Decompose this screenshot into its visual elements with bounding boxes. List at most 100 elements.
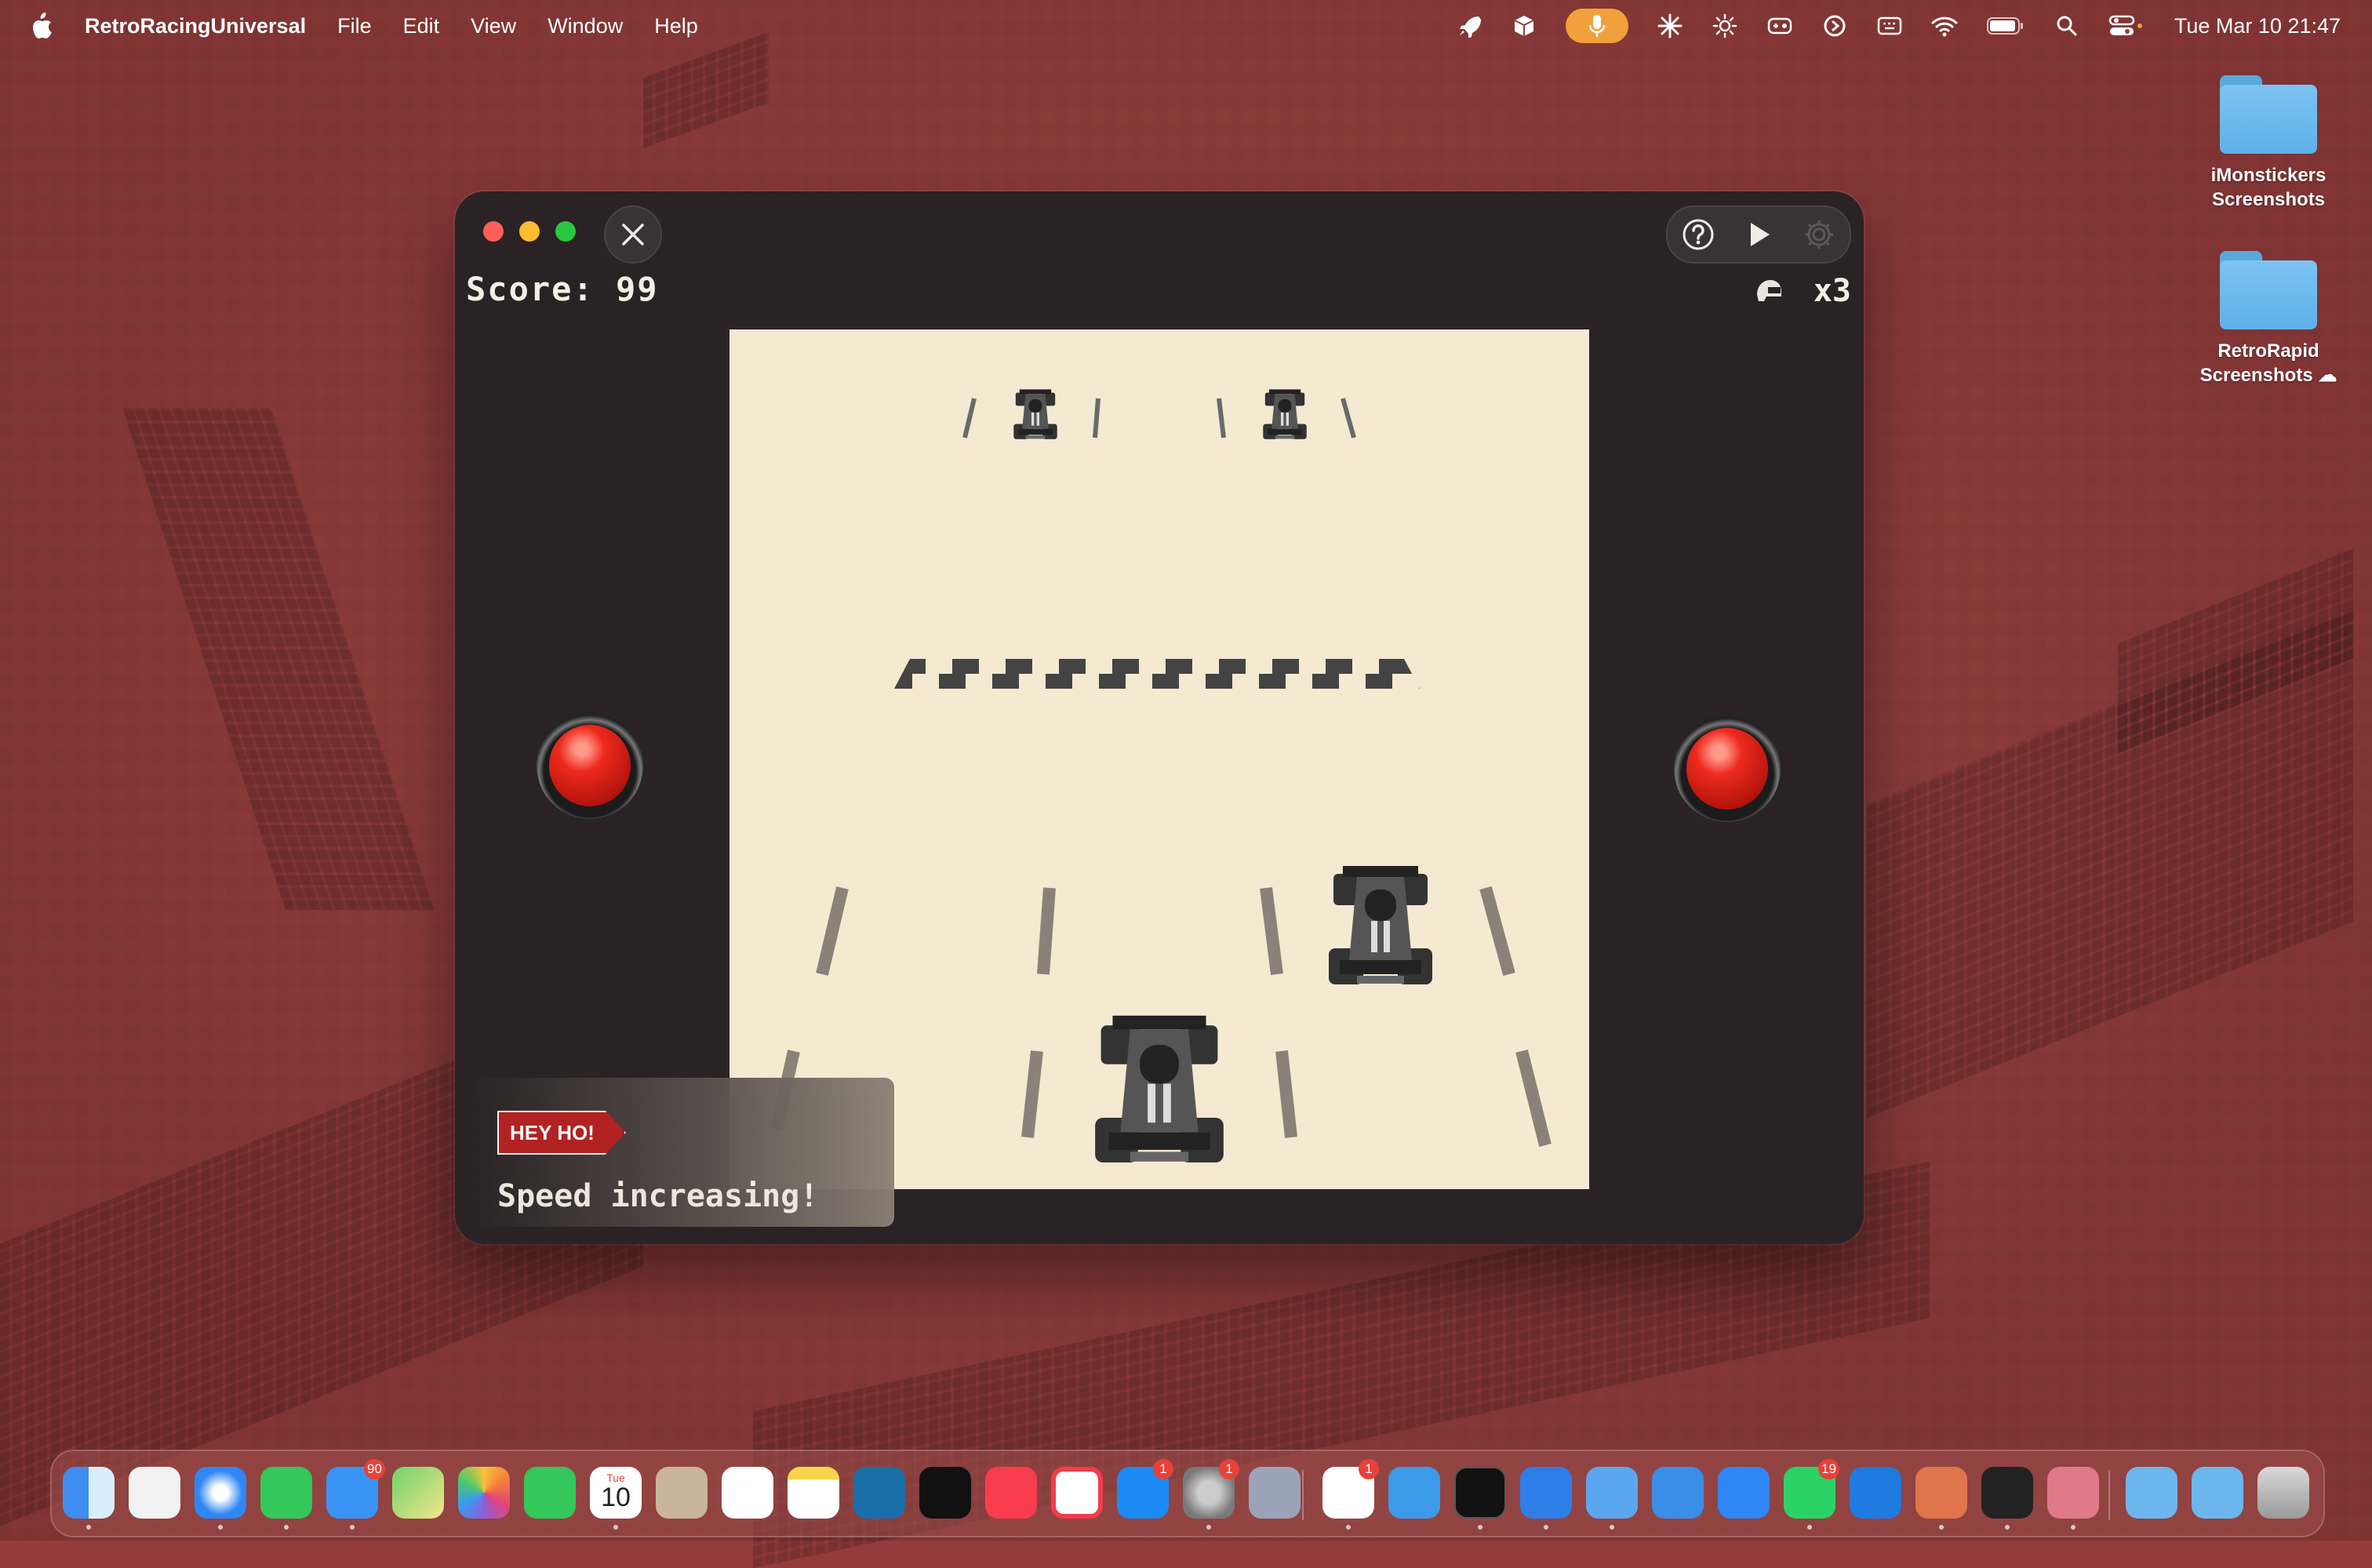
finish-line — [894, 659, 1420, 689]
dock-divider — [2108, 1470, 2110, 1520]
menu-help[interactable]: Help — [654, 14, 698, 38]
dock-location-app-icon[interactable] — [1850, 1467, 1901, 1519]
gamepad-icon[interactable] — [1766, 13, 1793, 39]
apple-menu-icon[interactable] — [28, 10, 55, 42]
toast-message: Speed increasing! — [497, 1178, 819, 1214]
help-button[interactable] — [1676, 213, 1720, 256]
dock-system-settings-badge: 1 — [1219, 1459, 1239, 1479]
dock-running-indicator — [1807, 1525, 1812, 1530]
dock-running-indicator — [284, 1525, 289, 1530]
window-minimize-traffic-light[interactable] — [519, 221, 540, 242]
dock-calendar-icon[interactable]: Tue 10 — [590, 1467, 642, 1519]
dock-snowflake-app-icon[interactable] — [1388, 1467, 1440, 1519]
folder-icon — [2220, 75, 2317, 154]
sparkle-icon[interactable] — [1657, 13, 1683, 39]
dock-facetime-icon[interactable] — [524, 1467, 576, 1519]
desktop-folder-retrorapid-screenshots[interactable]: RetroRapid Screenshots ☁ — [2190, 251, 2347, 387]
status-area: Tue Mar 10 21:47 — [1456, 0, 2341, 52]
lives-count: x3 — [1813, 273, 1851, 309]
window-close-traffic-light[interactable] — [483, 221, 504, 242]
folder-icon — [2220, 251, 2317, 329]
dock-freeform-icon[interactable] — [853, 1467, 905, 1519]
player-car — [1095, 1015, 1224, 1163]
dock-photos-icon[interactable] — [458, 1467, 510, 1519]
dock-running-indicator — [2005, 1525, 2010, 1530]
menu-file[interactable]: File — [337, 14, 372, 38]
dock-music-icon[interactable] — [985, 1467, 1037, 1519]
dock-running-indicator — [218, 1525, 223, 1530]
play-button[interactable] — [1737, 213, 1781, 256]
dock-divider — [1302, 1470, 1304, 1520]
dock-preview-icon[interactable] — [1652, 1467, 1704, 1519]
dock-running-indicator — [1939, 1525, 1944, 1530]
game-toolbar — [1666, 206, 1851, 264]
battery-icon[interactable] — [1986, 13, 2025, 39]
dock-reminders-icon[interactable] — [722, 1467, 773, 1519]
play-icon — [1750, 223, 1770, 246]
score-display: Score: 99 — [466, 270, 659, 308]
lives-display: x3 — [1754, 273, 1851, 309]
dock-notes-icon[interactable] — [788, 1467, 839, 1519]
dock-running-indicator — [1346, 1525, 1351, 1530]
dock-safari-icon[interactable] — [195, 1467, 246, 1519]
wifi-icon[interactable] — [1931, 13, 1958, 39]
settings-button[interactable] — [1797, 213, 1841, 256]
grammarly-icon[interactable] — [1821, 13, 1848, 39]
dock-trash-icon[interactable] — [2257, 1467, 2309, 1519]
menu-view[interactable]: View — [471, 14, 516, 38]
dock: 90 Tue 10 1 1 1 19 — [50, 1450, 2325, 1537]
dock-running-indicator — [1544, 1525, 1548, 1530]
menu-bar: RetroRacingUniversal File Edit View Wind… — [0, 0, 2372, 52]
steer-left-button[interactable] — [537, 712, 643, 819]
menu-edit[interactable]: Edit — [403, 14, 440, 38]
steer-right-button[interactable] — [1674, 715, 1781, 822]
microphone-in-use-indicator[interactable] — [1565, 9, 1628, 43]
control-center-icon[interactable] — [2108, 13, 2143, 39]
rocket-icon[interactable] — [1456, 13, 1482, 39]
dock-running-indicator — [1206, 1525, 1211, 1530]
dock-running-indicator — [613, 1525, 618, 1530]
dock-running-indicator — [86, 1525, 91, 1530]
spotlight-search-icon[interactable] — [2054, 13, 2080, 39]
dock-mail-badge: 90 — [364, 1459, 385, 1479]
dock-apple-tv-icon[interactable] — [919, 1467, 971, 1519]
game-window: Score: 99 x3 HEY HO! Speed increasing! — [455, 191, 1864, 1244]
game-screen[interactable] — [729, 329, 1589, 1189]
keyboard-icon[interactable] — [1876, 13, 1903, 39]
desktop-folder-imonstickers-screenshots[interactable]: iMonstickers Screenshots — [2190, 75, 2347, 212]
dock-launchpad-icon[interactable] — [129, 1467, 180, 1519]
dock-whatsapp-badge: 19 — [1818, 1459, 1839, 1479]
menu-app-name[interactable]: RetroRacingUniversal — [85, 14, 306, 38]
dock-downloads-folder-icon[interactable] — [2192, 1467, 2243, 1519]
dock-slack-badge: 1 — [1359, 1459, 1379, 1479]
menu-window[interactable]: Window — [548, 14, 623, 38]
dock-xcode-icon[interactable] — [1520, 1467, 1572, 1519]
dock-retro-racing-icon[interactable] — [2047, 1467, 2099, 1519]
box-icon[interactable] — [1511, 13, 1537, 39]
brightness-icon[interactable] — [1712, 13, 1738, 39]
dock-news-icon[interactable] — [1051, 1467, 1103, 1519]
close-icon — [622, 224, 644, 246]
dock-simulator-icon[interactable] — [1586, 1467, 1638, 1519]
dock-proxyman-icon[interactable] — [1718, 1467, 1770, 1519]
dock-maps-icon[interactable] — [392, 1467, 444, 1519]
dock-app-store-badge: 1 — [1153, 1459, 1173, 1479]
window-zoom-traffic-light[interactable] — [555, 221, 576, 242]
dock-finder-icon[interactable] — [63, 1467, 115, 1519]
dock-claude-icon[interactable] — [1915, 1467, 1967, 1519]
menu-bar-clock[interactable]: Tue Mar 10 21:47 — [2174, 14, 2341, 38]
dock-running-indicator — [1610, 1525, 1614, 1530]
dock-terminal-icon[interactable] — [1454, 1467, 1506, 1519]
dock-running-indicator — [2071, 1525, 2076, 1530]
dock-contacts-icon[interactable] — [656, 1467, 708, 1519]
dock-iphone-mirroring-icon[interactable] — [1249, 1467, 1301, 1519]
dock-applications-folder-icon[interactable] — [2126, 1467, 2177, 1519]
close-game-button[interactable] — [604, 206, 662, 264]
question-mark-icon — [1683, 219, 1714, 250]
gear-icon — [1805, 220, 1834, 249]
helmet-icon — [1756, 280, 1781, 301]
dock-cube-app-icon[interactable] — [1981, 1467, 2033, 1519]
desktop-folder-label: RetroRapid Screenshots ☁ — [2199, 340, 2337, 386]
dock-messages-icon[interactable] — [260, 1467, 312, 1519]
toast-badge: HEY HO! — [497, 1111, 626, 1155]
